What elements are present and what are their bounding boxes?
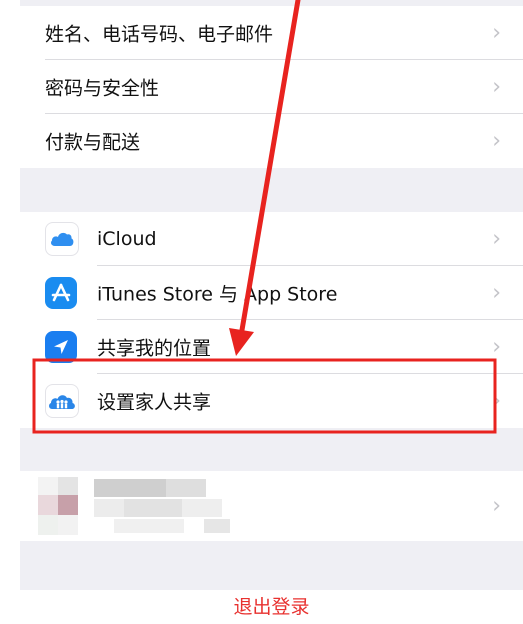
chevron-right-icon: › (492, 388, 501, 414)
chevron-right-icon: › (492, 226, 501, 252)
account-settings-group: 姓名、电话号码、电子邮件 › 密码与安全性 › 付款与配送 › (20, 6, 523, 168)
row-icloud[interactable]: iCloud › (20, 212, 523, 266)
family-sharing-icon (45, 384, 79, 418)
row-name-phone-email[interactable]: 姓名、电话号码、电子邮件 › (20, 6, 523, 60)
row-device[interactable]: › (20, 471, 523, 541)
location-arrow-icon (45, 331, 77, 363)
row-password-security[interactable]: 密码与安全性 › (20, 60, 523, 114)
row-itunes-app-store-label: iTunes Store 与 App Store (97, 283, 338, 306)
chevron-right-icon: › (492, 74, 501, 100)
row-itunes-app-store[interactable]: iTunes Store 与 App Store › (20, 266, 523, 320)
row-family-sharing-label: 设置家人共享 (97, 391, 212, 414)
device-name-blurred (94, 479, 254, 535)
row-share-my-location-label: 共享我的位置 (97, 337, 212, 360)
chevron-right-icon: › (492, 280, 501, 306)
apple-id-settings-screen: 姓名、电话号码、电子邮件 › 密码与安全性 › 付款与配送 › iCloud › (20, 0, 523, 624)
chevron-right-icon: › (492, 128, 501, 154)
device-group: › (20, 471, 523, 541)
row-family-sharing[interactable]: 设置家人共享 › (20, 374, 523, 428)
services-group: iCloud › iTunes Store 与 App Store › 共享我的… (20, 212, 523, 428)
sign-out-row[interactable]: 退出登录 (20, 590, 523, 624)
row-password-security-label: 密码与安全性 (45, 77, 160, 100)
chevron-right-icon: › (492, 334, 501, 360)
chevron-right-icon: › (492, 20, 501, 46)
row-icloud-label: iCloud (97, 228, 157, 250)
icloud-icon (45, 222, 79, 256)
row-payment-shipping-label: 付款与配送 (45, 131, 141, 154)
app-store-icon (45, 277, 77, 309)
row-payment-shipping[interactable]: 付款与配送 › (20, 114, 523, 168)
row-name-phone-email-label: 姓名、电话号码、电子邮件 (45, 23, 274, 46)
sign-out-button[interactable]: 退出登录 (233, 596, 309, 618)
device-thumbnail (38, 477, 78, 535)
chevron-right-icon: › (492, 493, 501, 519)
row-share-my-location[interactable]: 共享我的位置 › (20, 320, 523, 374)
